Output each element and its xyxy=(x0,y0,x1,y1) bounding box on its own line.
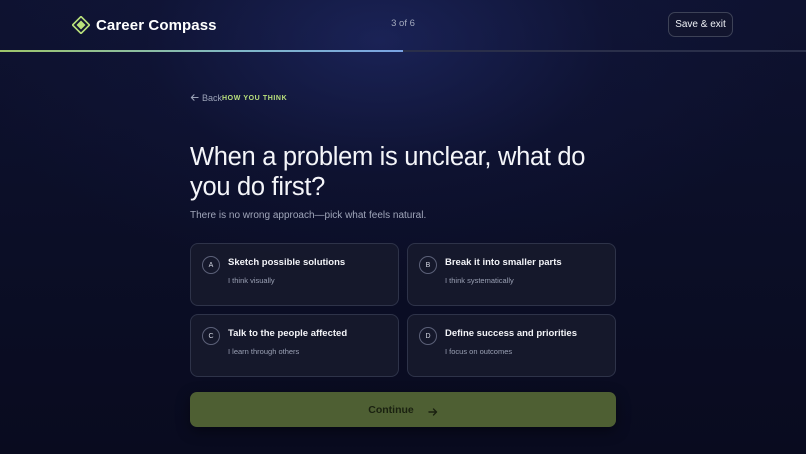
continue-button[interactable]: Continue xyxy=(190,392,616,427)
diamond-logo-icon xyxy=(71,15,91,35)
option-c[interactable]: C Talk to the people affected I learn th… xyxy=(190,314,399,377)
option-d[interactable]: D Define success and priorities I focus … xyxy=(407,314,616,377)
progress-bar xyxy=(0,50,806,52)
question-subtitle: There is no wrong approach—pick what fee… xyxy=(190,210,427,221)
option-letter-badge: A xyxy=(202,256,220,274)
option-letter-badge: C xyxy=(202,327,220,345)
arrow-left-icon xyxy=(190,93,199,104)
save-exit-button[interactable]: Save & exit xyxy=(668,12,733,37)
brand[interactable]: Career Compass xyxy=(71,15,217,35)
breadcrumb: Back HOW YOU THINK xyxy=(190,92,287,104)
option-letter-badge: B xyxy=(419,256,437,274)
option-title: Sketch possible solutions xyxy=(228,257,346,268)
brand-name: Career Compass xyxy=(96,16,217,34)
step-indicator: 3 of 6 xyxy=(391,18,415,29)
back-link[interactable]: Back xyxy=(190,93,222,104)
option-description: I think systematically xyxy=(445,276,514,285)
option-a[interactable]: A Sketch possible solutions I think visu… xyxy=(190,243,399,306)
continue-label: Continue xyxy=(368,403,414,416)
arrow-right-icon xyxy=(428,405,438,416)
back-label: Back xyxy=(202,93,223,103)
option-description: I think visually xyxy=(228,276,275,285)
option-letter-badge: D xyxy=(419,327,437,345)
option-description: I learn through others xyxy=(228,347,300,356)
option-title: Break it into smaller parts xyxy=(445,257,562,268)
option-title: Define success and priorities xyxy=(445,328,577,339)
question-title: When a problem is unclear, what do you d… xyxy=(190,143,586,201)
option-description: I focus on outcomes xyxy=(445,347,513,356)
section-label: HOW YOU THINK xyxy=(222,94,288,102)
option-title: Talk to the people affected xyxy=(228,328,348,339)
option-b[interactable]: B Break it into smaller parts I think sy… xyxy=(407,243,616,306)
top-bar: Career Compass 3 of 6 Save & exit xyxy=(0,0,806,50)
progress-bar-fill xyxy=(0,50,403,52)
